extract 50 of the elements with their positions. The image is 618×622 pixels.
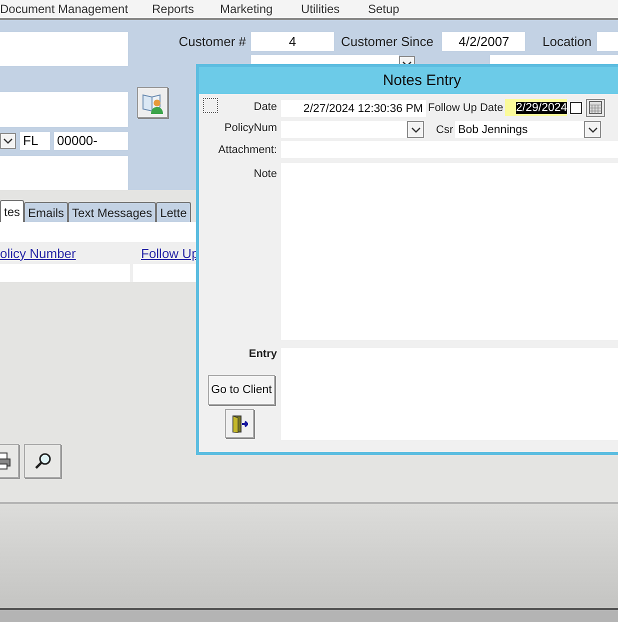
menu-item[interactable]: Marketing	[220, 2, 301, 16]
dropdown-button[interactable]	[584, 121, 602, 138]
state-field[interactable]: FL	[20, 132, 50, 150]
field-label: Entry	[248, 348, 278, 360]
field-label: Customer Since	[341, 34, 434, 49]
exit-button[interactable]	[225, 409, 254, 438]
menu-item[interactable]: Reports	[152, 2, 220, 16]
menu-item[interactable]: Utilities	[301, 2, 368, 16]
dropdown-button[interactable]	[407, 121, 424, 138]
field-label: Location	[542, 34, 592, 49]
search-button[interactable]	[24, 444, 61, 478]
table-cell	[133, 264, 196, 282]
phone-field[interactable]	[0, 156, 128, 190]
tab[interactable]: tes	[0, 200, 24, 222]
chevron-down-icon	[588, 126, 598, 132]
tab[interactable]: Text Messages	[68, 202, 156, 222]
customer-number-field[interactable]: 4	[251, 32, 334, 51]
column-header-link[interactable]: olicy Number	[0, 246, 141, 260]
tab[interactable]: Emails	[24, 202, 68, 222]
address-field[interactable]	[0, 92, 128, 127]
policy-number-field[interactable]	[281, 121, 407, 138]
calendar-icon	[589, 101, 602, 114]
zip-field[interactable]: 00000-	[54, 132, 128, 150]
checkbox[interactable]	[570, 102, 582, 114]
date-field[interactable]: 2/27/2024 12:30:36 PM	[281, 100, 426, 117]
field-label: Csr	[436, 124, 454, 136]
door-exit-icon	[232, 414, 248, 432]
dialog-title: Notes Entry	[382, 72, 462, 89]
contact-card-button[interactable]	[137, 87, 168, 118]
menu-item[interactable]: Setup	[368, 2, 428, 16]
dropdown-button[interactable]	[0, 132, 16, 149]
field-label: Attachment:	[217, 144, 278, 158]
record-selector[interactable]	[203, 98, 218, 113]
customer-since-field[interactable]: 4/2/2007	[442, 32, 526, 51]
field-label: Date	[254, 101, 278, 113]
go-to-client-button[interactable]: Go to Client	[208, 375, 275, 405]
name-field[interactable]	[0, 32, 128, 66]
field-label: Note	[252, 168, 278, 182]
chevron-down-icon	[410, 126, 420, 132]
follow-up-date-field[interactable]: 2/29/2024	[505, 99, 568, 116]
menu-item[interactable]: Document Management	[0, 2, 152, 16]
search-icon	[34, 452, 52, 470]
calendar-button[interactable]	[586, 98, 606, 116]
csr-field[interactable]: Bob Jennings	[455, 121, 584, 138]
field-label: Follow Up Date	[428, 102, 504, 114]
location-field[interactable]	[596, 32, 618, 51]
field-label: Customer #	[178, 34, 246, 49]
tab[interactable]: Lette	[156, 202, 191, 222]
chevron-down-icon	[3, 138, 13, 144]
field-label: PolicyNum	[223, 122, 278, 136]
